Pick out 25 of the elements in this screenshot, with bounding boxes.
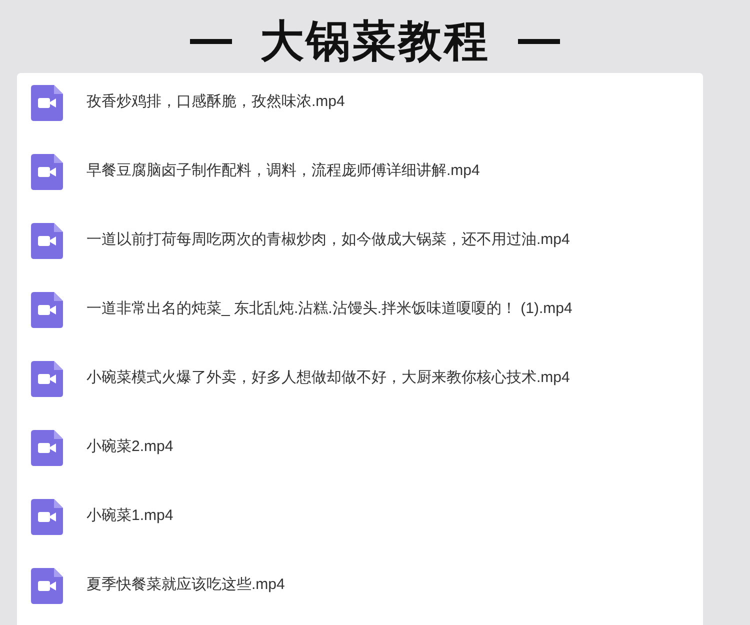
video-file-icon (30, 498, 62, 534)
video-file-icon (30, 84, 62, 120)
file-row[interactable]: 夏季快餐菜就应该吃这些.mp4 (16, 556, 702, 625)
file-row[interactable]: 小碗菜模式火爆了外卖，好多人想做却做不好，大厨来教你核心技术.mp4 (16, 349, 702, 418)
file-row[interactable]: 一道非常出名的炖菜_ 东北乱炖.沾糕.沾馒头.拌米饭味道嗄嗄的！ (1).mp4 (16, 280, 702, 349)
page-title: 大锅菜教程 (260, 20, 490, 64)
file-name: 夏季快餐菜就应该吃这些.mp4 (86, 575, 285, 596)
video-file-icon (30, 568, 62, 604)
video-file-icon (30, 430, 62, 466)
file-row[interactable]: 小碗菜2.mp4 (16, 418, 702, 487)
file-name: 一道非常出名的炖菜_ 东北乱炖.沾糕.沾馒头.拌米饭味道嗄嗄的！ (1).mp4 (86, 299, 572, 320)
file-row[interactable]: 一道以前打荷每周吃两次的青椒炒肉，如今做成大锅菜，还不用过油.mp4 (16, 211, 702, 280)
file-row[interactable]: 小碗菜1.mp4 (16, 487, 702, 556)
file-name: 一道以前打荷每周吃两次的青椒炒肉，如今做成大锅菜，还不用过油.mp4 (86, 230, 570, 250)
file-name: 小碗菜1.mp4 (86, 506, 174, 526)
video-file-icon (30, 360, 62, 396)
video-file-icon (30, 292, 62, 328)
file-name: 早餐豆腐脑卤子制作配料，调料，流程庞师傅详细讲解.mp4 (86, 161, 480, 182)
file-name: 小碗菜模式火爆了外卖，好多人想做却做不好，大厨来教你核心技术.mp4 (86, 368, 570, 388)
file-name: 小碗菜2.mp4 (86, 437, 174, 458)
file-row[interactable]: 早餐豆腐脑卤子制作配料，调料，流程庞师傅详细讲解.mp4 (16, 142, 702, 211)
video-file-icon (30, 222, 62, 258)
video-file-icon (30, 154, 62, 190)
file-name: 孜香炒鸡排，口感酥脆，孜然味浓.mp4 (86, 92, 345, 112)
file-row[interactable]: 孜香炒鸡排，口感酥脆，孜然味浓.mp4 (16, 73, 702, 142)
